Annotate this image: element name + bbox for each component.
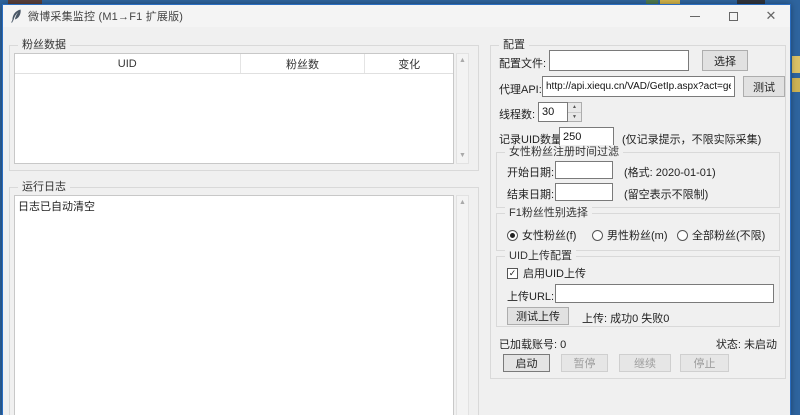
scroll-up-icon[interactable]: ▲ xyxy=(459,54,466,68)
radio-dot-icon xyxy=(507,230,518,241)
spin-up-icon[interactable]: ▲ xyxy=(568,103,581,113)
enable-upload-checkbox[interactable]: ✓ 启用UID上传 xyxy=(507,265,586,281)
threads-spinbox[interactable] xyxy=(538,102,568,122)
run-log-group-title: 运行日志 xyxy=(18,180,70,194)
end-date-hint: (留空表示不限制) xyxy=(624,186,708,202)
start-date-label: 开始日期: xyxy=(507,164,554,180)
feather-app-icon xyxy=(10,9,22,23)
window-controls: ✕ xyxy=(676,5,790,27)
column-header-change[interactable]: 变化 xyxy=(365,54,453,73)
config-file-label: 配置文件: xyxy=(499,55,546,71)
resume-button[interactable]: 继续 xyxy=(619,354,671,372)
fans-table[interactable]: UID 粉丝数 变化 xyxy=(14,53,454,164)
threads-spinner-arrows[interactable]: ▲ ▼ xyxy=(568,102,582,122)
uid-upload-group-title: UID上传配置 xyxy=(505,249,576,263)
fans-table-scrollbar[interactable]: ▲ ▼ xyxy=(456,53,469,164)
radio-dot-icon xyxy=(592,230,603,241)
checkbox-check-icon: ✓ xyxy=(507,268,518,279)
radio-label: 全部粉丝(不限) xyxy=(692,227,765,243)
end-date-input[interactable] xyxy=(555,183,613,201)
title-bar[interactable]: 微博采集监控 (M1→F1 扩展版) ✕ xyxy=(3,5,790,27)
record-uid-hint: (仅记录提示，不限实际采集) xyxy=(622,131,761,147)
test-upload-button[interactable]: 测试上传 xyxy=(507,307,569,325)
checkbox-label: 启用UID上传 xyxy=(523,265,586,281)
config-group: 配置 配置文件: 选择 代理API: 测试 线程数: ▲ ▼ 记录UID数量: xyxy=(490,45,786,379)
run-status-label: 状态: 未启动 xyxy=(716,336,777,352)
stop-button[interactable]: 停止 xyxy=(680,354,729,372)
gender-group-title: F1粉丝性别选择 xyxy=(505,206,592,220)
log-line: 日志已自动清空 xyxy=(18,198,95,214)
start-date-input[interactable] xyxy=(555,161,613,179)
window-title: 微博采集监控 (M1→F1 扩展版) xyxy=(28,8,183,24)
desktop-icon-fragment xyxy=(792,56,800,73)
column-header-uid[interactable]: UID xyxy=(15,54,241,73)
spin-down-icon[interactable]: ▼ xyxy=(568,113,581,122)
fans-data-group: 粉丝数据 UID 粉丝数 变化 ▲ ▼ xyxy=(9,45,479,171)
pause-button[interactable]: 暂停 xyxy=(561,354,608,372)
config-file-input[interactable] xyxy=(549,50,689,71)
run-log-group: 运行日志 日志已自动清空 ▲ xyxy=(9,187,479,415)
desktop-icon-fragment xyxy=(792,78,800,92)
start-date-hint: (格式: 2020-01-01) xyxy=(624,164,716,180)
radio-male-fans[interactable]: 男性粉丝(m) xyxy=(592,227,668,243)
client-area: 粉丝数据 UID 粉丝数 变化 ▲ ▼ 运行日志 日 xyxy=(3,27,790,415)
upload-url-label: 上传URL: xyxy=(507,288,554,304)
gender-group: F1粉丝性别选择 女性粉丝(f) 男性粉丝(m) 全部粉丝(不限) xyxy=(496,213,780,251)
threads-label: 线程数: xyxy=(499,106,535,122)
record-uid-input[interactable] xyxy=(559,127,614,147)
radio-label: 男性粉丝(m) xyxy=(607,227,668,243)
config-group-title: 配置 xyxy=(499,38,529,52)
radio-dot-icon xyxy=(677,230,688,241)
proxy-api-label: 代理API: xyxy=(499,81,542,97)
log-textarea[interactable]: 日志已自动清空 xyxy=(14,195,454,415)
upload-url-input[interactable] xyxy=(555,284,774,303)
maximize-button[interactable] xyxy=(714,5,752,27)
minimize-button[interactable] xyxy=(676,5,714,27)
time-filter-title: 女性粉丝注册时间过滤 xyxy=(505,145,623,159)
select-file-button[interactable]: 选择 xyxy=(702,50,748,71)
log-scrollbar[interactable]: ▲ xyxy=(456,195,469,415)
time-filter-group: 女性粉丝注册时间过滤 开始日期: (格式: 2020-01-01) 结束日期: … xyxy=(496,152,780,208)
test-proxy-button[interactable]: 测试 xyxy=(743,76,785,97)
fans-table-header: UID 粉丝数 变化 xyxy=(15,54,453,74)
start-button[interactable]: 启动 xyxy=(503,354,550,372)
uid-upload-group: UID上传配置 ✓ 启用UID上传 上传URL: 测试上传 上传: 成功0 失败… xyxy=(496,256,780,327)
radio-all-fans[interactable]: 全部粉丝(不限) xyxy=(677,227,765,243)
radio-label: 女性粉丝(f) xyxy=(522,227,576,243)
scroll-up-icon[interactable]: ▲ xyxy=(459,196,466,210)
radio-female-fans[interactable]: 女性粉丝(f) xyxy=(507,227,576,243)
proxy-api-input[interactable] xyxy=(542,76,735,97)
loaded-accounts-label: 已加载账号: 0 xyxy=(499,336,566,352)
scroll-down-icon[interactable]: ▼ xyxy=(459,149,466,163)
upload-status: 上传: 成功0 失败0 xyxy=(582,310,669,326)
app-window: 微博采集监控 (M1→F1 扩展版) ✕ 粉丝数据 UID 粉丝数 变化 xyxy=(2,4,791,415)
desktop: 微博采集监控 (M1→F1 扩展版) ✕ 粉丝数据 UID 粉丝数 变化 xyxy=(0,0,800,415)
fans-data-group-title: 粉丝数据 xyxy=(18,38,70,52)
column-header-fans[interactable]: 粉丝数 xyxy=(241,54,366,73)
end-date-label: 结束日期: xyxy=(507,186,554,202)
close-button[interactable]: ✕ xyxy=(752,5,790,27)
